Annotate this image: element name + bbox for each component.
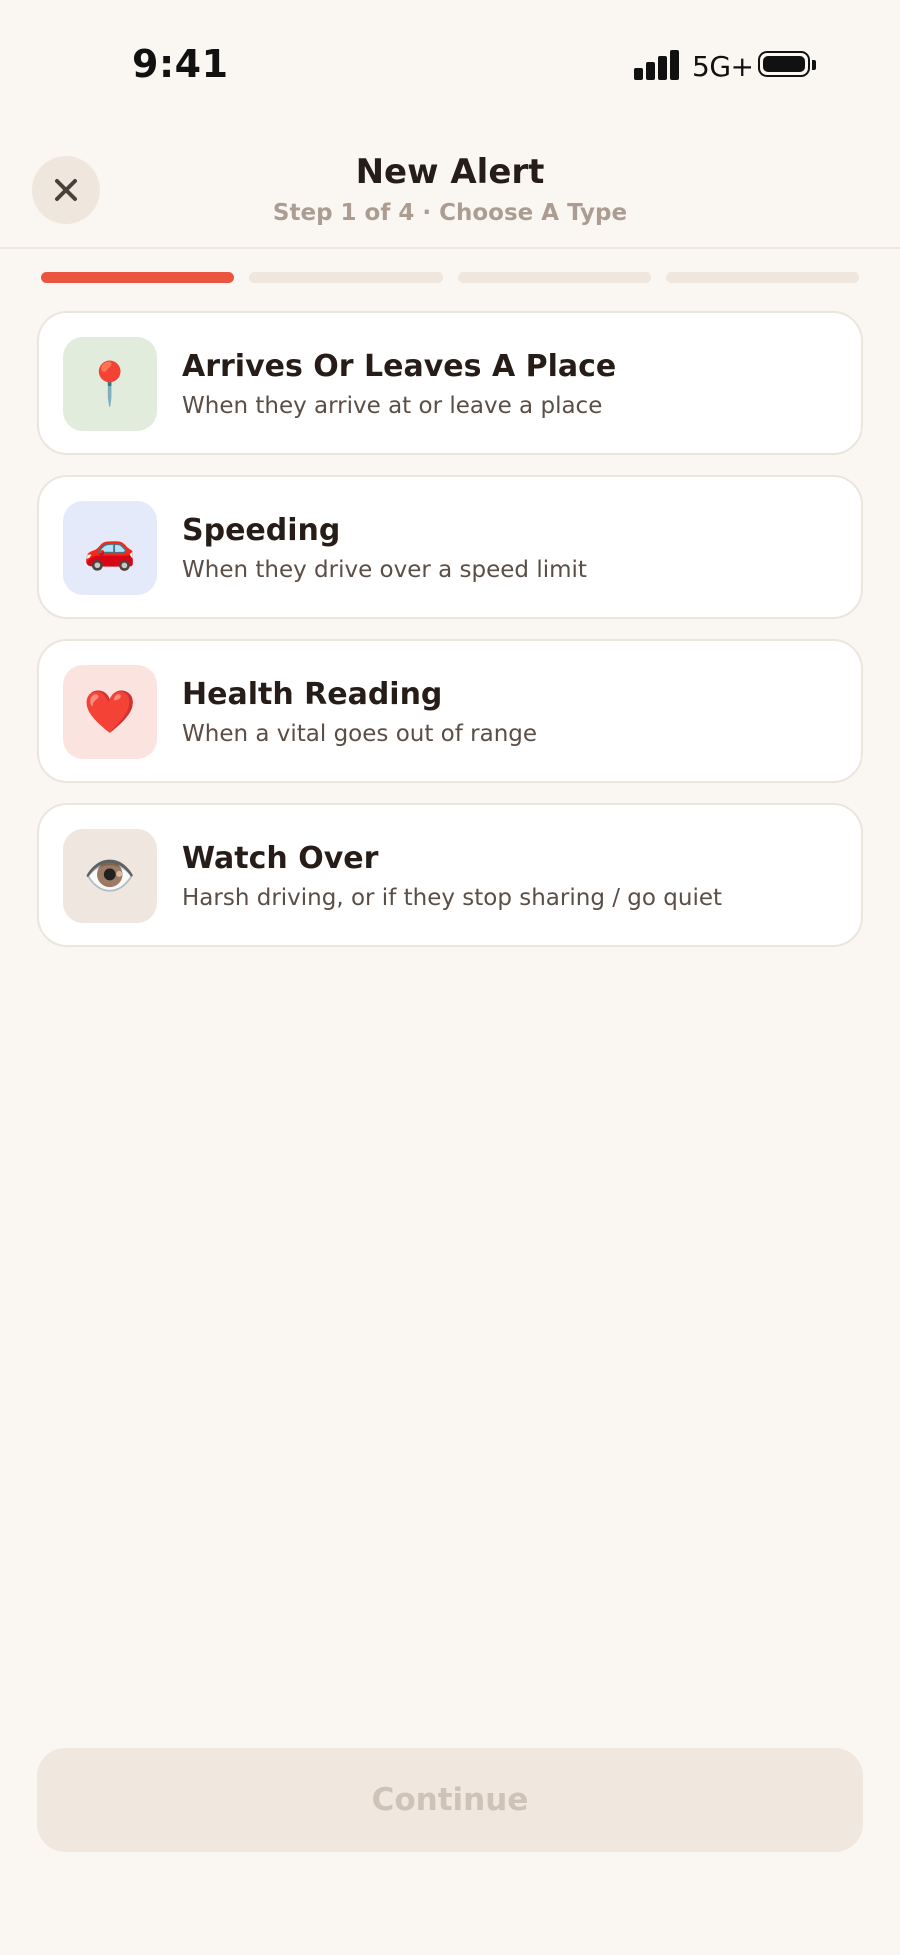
eye-icon: 👁️ [63,829,157,923]
status-time: 9:41 [132,42,229,86]
option-title: Speeding [182,513,341,548]
heart-icon: ❤️ [63,665,157,759]
progress-segment [41,272,235,283]
option-description: Harsh driving, or if they stop sharing /… [182,885,723,911]
option-title: Health Reading [182,677,443,712]
alert-type-list: 📍 Arrives Or Leaves A Place When they arri… [37,311,863,967]
option-description: When a vital goes out of range [182,721,538,747]
map-pin-icon: 📍 [63,337,157,431]
progress-segment [457,272,651,283]
progress-segment [665,272,859,283]
alert-type-option[interactable]: 👁️ Watch Over Harsh driving, or if they st… [37,803,863,947]
option-description: When they drive over a speed limit [182,557,587,583]
progress-segment [249,272,443,283]
alert-type-option[interactable]: 📍 Arrives Or Leaves A Place When they arri… [37,311,863,455]
cellular-signal-icon [634,50,680,80]
header: New Alert Step 1 of 4 · Choose A Type [0,120,900,249]
page-title: New Alert [355,152,545,192]
option-title: Arrives Or Leaves A Place [182,349,617,384]
network-type: 5G+ [692,50,754,83]
step-progress [41,272,859,283]
alert-type-option[interactable]: ❤️ Health Reading When a vital goes out of… [37,639,863,783]
battery-icon [758,51,816,79]
option-description: When they arrive at or leave a place [182,393,603,419]
car-icon: 🚗 [63,501,157,595]
alert-type-option[interactable]: 🚗 Speeding When they drive over a speed li… [37,475,863,619]
status-bar: 9:41 5G+ [0,0,900,120]
option-title: Watch Over [182,841,379,876]
continue-button[interactable]: Continue [37,1748,863,1852]
step-subtitle: Step 1 of 4 · Choose A Type [272,200,628,226]
